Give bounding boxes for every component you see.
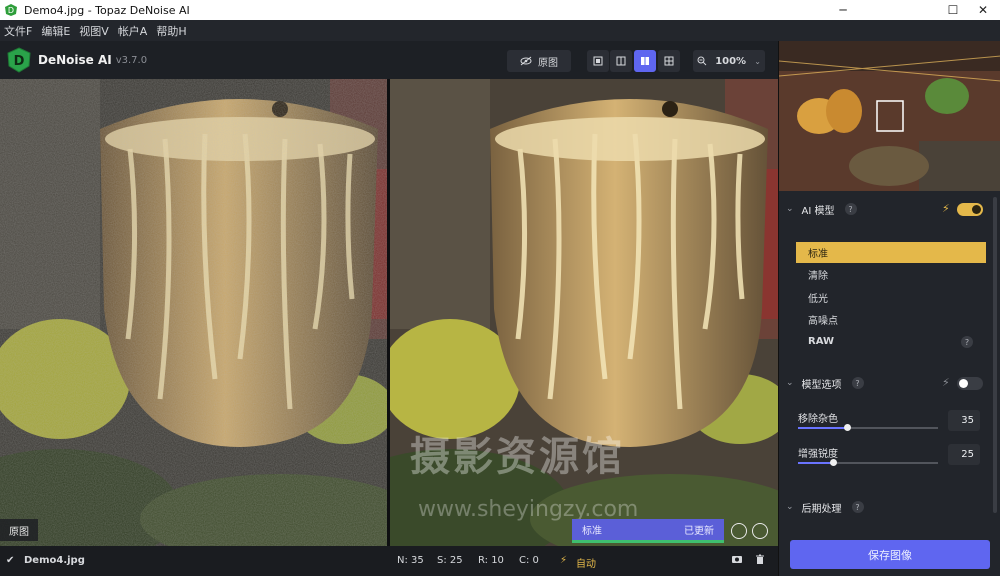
enhance-sharpness-thumb[interactable]	[830, 459, 837, 466]
trash-icon[interactable]	[755, 554, 765, 568]
view-side-by-side-button[interactable]	[634, 50, 656, 72]
lightning-icon: ⚡	[560, 555, 568, 566]
app-logo-icon: D	[5, 4, 17, 16]
side-by-side-icon	[641, 57, 649, 65]
image-viewer[interactable]: 摄影资源馆 www.sheyingzy.com 原图 标准 已更新	[0, 79, 778, 546]
remove-noise-value[interactable]: 35	[948, 410, 980, 431]
window-title: Demo4.jpg - Topaz DeNoise AI	[24, 3, 190, 17]
model-clear[interactable]: 清除	[796, 264, 986, 285]
navigator-photo	[779, 41, 1000, 191]
post-processing-header[interactable]: ⌄ 后期处理 ?	[779, 497, 1000, 517]
smile-icon[interactable]	[731, 523, 747, 539]
minimize-button[interactable]: ─	[820, 0, 866, 20]
color-value: C: 0	[519, 555, 539, 566]
camera-icon[interactable]	[731, 554, 743, 567]
view-single-button[interactable]	[587, 50, 609, 72]
zoom-dropdown[interactable]: 100% ⌄	[693, 50, 765, 72]
options-lightning-icon: ⚡	[942, 376, 950, 389]
right-panel: ⌄ AI 模型 ? ⚡ 标准 清除 低光 高噪点 RAW ? ⌄ 模型选项 ? …	[778, 41, 1000, 576]
model-standard[interactable]: 标准	[796, 242, 986, 263]
single-view-icon	[593, 56, 603, 66]
close-button[interactable]: ✕	[960, 0, 1000, 20]
sharpness-value: S: 25	[437, 555, 463, 566]
view-split-button[interactable]	[610, 50, 632, 72]
maximize-icon: ☐	[947, 3, 959, 17]
panel-scrollbar[interactable]	[993, 197, 997, 513]
original-toggle-label: 原图	[538, 57, 558, 69]
model-raw[interactable]: RAW	[796, 331, 986, 352]
window-titlebar: D Demo4.jpg - Topaz DeNoise AI ─ ☐ ✕	[0, 0, 1000, 20]
checkmark-icon: ✔	[6, 555, 15, 566]
post-processing-title: 后期处理	[801, 503, 842, 515]
ai-model-toggle[interactable]	[957, 203, 983, 216]
status-state: 已更新	[684, 526, 714, 537]
collapse-chevron-icon: ⌄	[786, 502, 794, 512]
auto-mode-label[interactable]: 自动	[576, 555, 596, 570]
quad-view-icon	[664, 56, 674, 66]
app-name: DeNoise AI	[38, 53, 112, 67]
status-bar: ✔ Demo4.jpg N: 35 S: 25 R: 10 C: 0 ⚡ 自动	[0, 546, 778, 576]
remove-noise-thumb[interactable]	[844, 424, 851, 431]
file-name: Demo4.jpg	[24, 555, 85, 566]
view-quad-button[interactable]	[658, 50, 680, 72]
watermark-text: 摄影资源馆	[410, 434, 625, 480]
close-icon: ✕	[977, 3, 989, 17]
denoise-logo-icon: D	[7, 47, 31, 73]
noise-value: N: 35	[397, 555, 424, 566]
original-label-tag: 原图	[0, 519, 38, 541]
menu-file[interactable]: 文件F	[4, 23, 32, 39]
recover-value: R: 10	[478, 555, 504, 566]
menu-edit[interactable]: 编辑E	[41, 23, 70, 39]
original-toggle-button[interactable]: 原图	[507, 50, 571, 72]
menu-help[interactable]: 帮助H	[156, 23, 186, 39]
remove-noise-label: 移除杂色	[798, 414, 838, 425]
split-view-icon	[616, 56, 626, 66]
collapse-chevron-icon: ⌄	[786, 378, 794, 388]
model-options-toggle[interactable]	[957, 377, 983, 390]
app-version: v3.7.0	[115, 54, 148, 66]
menu-account[interactable]: 帐户A	[118, 23, 148, 39]
zoom-icon	[697, 56, 707, 66]
enhance-sharpness-value[interactable]: 25	[948, 444, 980, 465]
chevron-down-icon: ⌄	[754, 56, 761, 66]
status-model: 标准	[582, 526, 602, 537]
processing-status-pill: 标准 已更新	[572, 519, 724, 543]
app-logo: D DeNoise AI v3.7.0	[6, 47, 147, 73]
model-options-help-icon[interactable]: ?	[851, 377, 864, 389]
eye-off-icon	[520, 56, 532, 66]
zoom-value: 100%	[715, 55, 747, 67]
ai-model-help-icon[interactable]: ?	[844, 203, 857, 215]
ai-model-title: AI 模型	[801, 205, 835, 217]
post-processing-help-icon[interactable]: ?	[851, 501, 864, 513]
save-image-button[interactable]: 保存图像	[790, 540, 990, 569]
collapse-chevron-icon: ⌄	[786, 204, 794, 214]
model-severe-noise[interactable]: 高噪点	[796, 309, 986, 330]
ai-lightning-icon: ⚡	[942, 202, 950, 215]
minimize-icon: ─	[839, 3, 847, 17]
feedback-face-icon[interactable]	[752, 523, 768, 539]
menu-bar: 文件F 编辑E 视图V 帐户A 帮助H	[0, 20, 1000, 41]
model-options-title: 模型选项	[801, 379, 842, 391]
navigator-thumbnail[interactable]	[779, 41, 1000, 191]
menu-view[interactable]: 视图V	[79, 23, 109, 39]
svg-text:D: D	[8, 6, 14, 15]
original-image-pane	[0, 79, 387, 546]
model-low-light[interactable]: 低光	[796, 287, 986, 308]
original-photo	[0, 79, 387, 546]
raw-help-icon[interactable]: ?	[961, 336, 973, 348]
svg-text:D: D	[14, 54, 25, 69]
